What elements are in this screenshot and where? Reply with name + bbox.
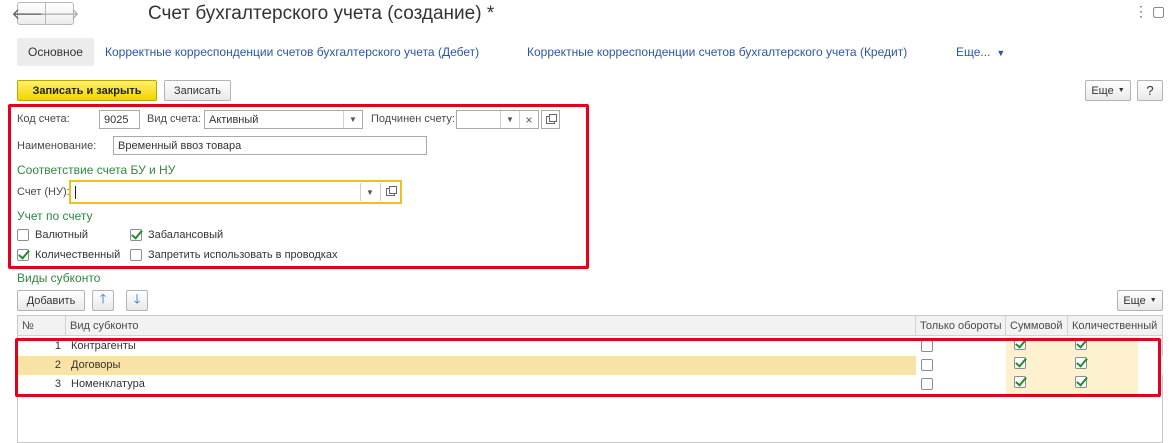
sum-checkbox[interactable] <box>1014 357 1026 369</box>
table-row[interactable]: 1 Контрагенты <box>18 337 1162 356</box>
arrow-down-icon: 🡓 <box>133 290 141 306</box>
resize-icon[interactable]: ▢ <box>1152 3 1165 20</box>
code-label: Код счета: <box>17 113 70 125</box>
chevron-down-icon[interactable]: ▼ <box>360 183 379 201</box>
clear-icon[interactable]: × <box>519 111 538 128</box>
parent-account-field[interactable]: ▼ × <box>456 110 539 129</box>
sum-checkbox[interactable] <box>1014 338 1026 350</box>
forbid-postings-checkbox-label: Запретить использовать в проводках <box>148 249 338 261</box>
row-number: 2 <box>54 359 61 371</box>
tabs-more-label: Еще... <box>956 45 991 59</box>
turnover-only-checkbox[interactable] <box>921 378 933 390</box>
tabs-more-link[interactable]: Еще... ▼ <box>956 45 1005 59</box>
off-balance-checkbox-label: Забалансовый <box>148 229 224 241</box>
arrow-up-icon: 🡑 <box>99 290 107 306</box>
row-subconto-name: Договоры <box>71 359 121 371</box>
open-window-icon <box>546 113 557 124</box>
add-subconto-button[interactable]: Добавить <box>17 290 85 311</box>
account-type-label: Вид счета: <box>147 113 201 125</box>
table-row[interactable]: 3 Номенклатура <box>18 375 1162 394</box>
name-label: Наименование: <box>17 140 97 152</box>
save-and-close-button[interactable]: Записать и закрыть <box>17 80 157 101</box>
name-field[interactable]: Временный ввоз товара <box>113 136 427 155</box>
subconto-section-title: Виды субконто <box>17 271 101 285</box>
nu-section-title: Соответствие счета БУ и НУ <box>17 163 176 177</box>
column-header-turnover-only[interactable]: Только обороты <box>916 316 1006 336</box>
currency-checkbox[interactable] <box>17 229 29 241</box>
parent-account-label: Подчинен счету: <box>371 113 455 125</box>
chevron-down-icon: ▼ <box>996 48 1006 58</box>
column-header-number[interactable]: № <box>18 316 66 336</box>
chevron-down-icon: ▼ <box>1117 87 1125 94</box>
turnover-only-checkbox[interactable] <box>921 340 933 352</box>
move-up-button[interactable]: 🡑 <box>92 290 114 311</box>
quantity-checkbox[interactable] <box>1075 338 1087 350</box>
quantity-checkbox[interactable] <box>1075 357 1087 369</box>
off-balance-checkbox[interactable] <box>130 229 142 241</box>
save-button[interactable]: Записать <box>164 80 231 101</box>
tab-main[interactable]: Основное <box>17 38 94 66</box>
column-header-subconto-type[interactable]: Вид субконто <box>66 316 916 336</box>
open-window-icon <box>385 186 397 196</box>
code-field[interactable]: 9025 <box>99 110 140 129</box>
forward-button[interactable]: 🡒 <box>39 2 80 25</box>
row-number: 3 <box>54 378 61 390</box>
arrow-right-icon: 🡒 <box>39 6 80 23</box>
subconto-more-label: Еще <box>1123 294 1146 307</box>
sum-checkbox[interactable] <box>1014 376 1026 388</box>
account-type-value: Активный <box>209 113 259 126</box>
tab-debit-correspondence[interactable]: Корректные корреспонденции счетов бухгал… <box>105 45 479 59</box>
quantitative-checkbox[interactable] <box>17 249 29 261</box>
chevron-down-icon[interactable]: ▼ <box>500 111 519 128</box>
subconto-table: № Вид субконто Только обороты Суммовой К… <box>17 315 1164 443</box>
account-type-select[interactable]: Активный ▼ <box>204 110 363 129</box>
more-menu-icon[interactable]: ⋮ <box>1134 3 1148 20</box>
accounting-section-title: Учет по счету <box>17 209 93 223</box>
table-row[interactable]: 2 Договоры <box>18 356 1164 375</box>
column-header-sum[interactable]: Суммовой <box>1006 316 1068 336</box>
quantitative-checkbox-label: Количественный <box>35 249 121 261</box>
chevron-down-icon[interactable]: ▼ <box>343 111 362 128</box>
toolbar-more-button[interactable]: Еще ▼ <box>1085 80 1131 101</box>
text-cursor <box>75 185 76 199</box>
forbid-postings-checkbox[interactable] <box>130 249 142 261</box>
toolbar-more-label: Еще <box>1091 84 1114 97</box>
row-subconto-name: Контрагенты <box>71 340 136 352</box>
chevron-down-icon: ▼ <box>1149 297 1157 304</box>
row-number: 1 <box>54 340 61 352</box>
move-down-button[interactable]: 🡓 <box>126 290 148 311</box>
page-title: Счет бухгалтерского учета (создание) * <box>148 3 495 24</box>
subconto-more-button[interactable]: Еще ▼ <box>1117 290 1163 311</box>
column-header-quantity[interactable]: Количественный <box>1068 316 1164 336</box>
quantity-checkbox[interactable] <box>1075 376 1087 388</box>
table-header: № Вид субконто Только обороты Суммовой К… <box>18 316 1162 336</box>
row-subconto-name: Номенклатура <box>71 378 145 390</box>
help-button[interactable]: ? <box>1137 80 1163 101</box>
nu-account-label: Счет (НУ): <box>17 186 70 198</box>
currency-checkbox-label: Валютный <box>35 229 89 241</box>
open-nu-account-button[interactable] <box>380 183 399 201</box>
open-parent-account-button[interactable] <box>541 110 560 129</box>
turnover-only-checkbox[interactable] <box>921 359 933 371</box>
tab-credit-correspondence[interactable]: Корректные корреспонденции счетов бухгал… <box>527 45 907 59</box>
nu-account-field[interactable]: ▼ <box>69 180 402 204</box>
